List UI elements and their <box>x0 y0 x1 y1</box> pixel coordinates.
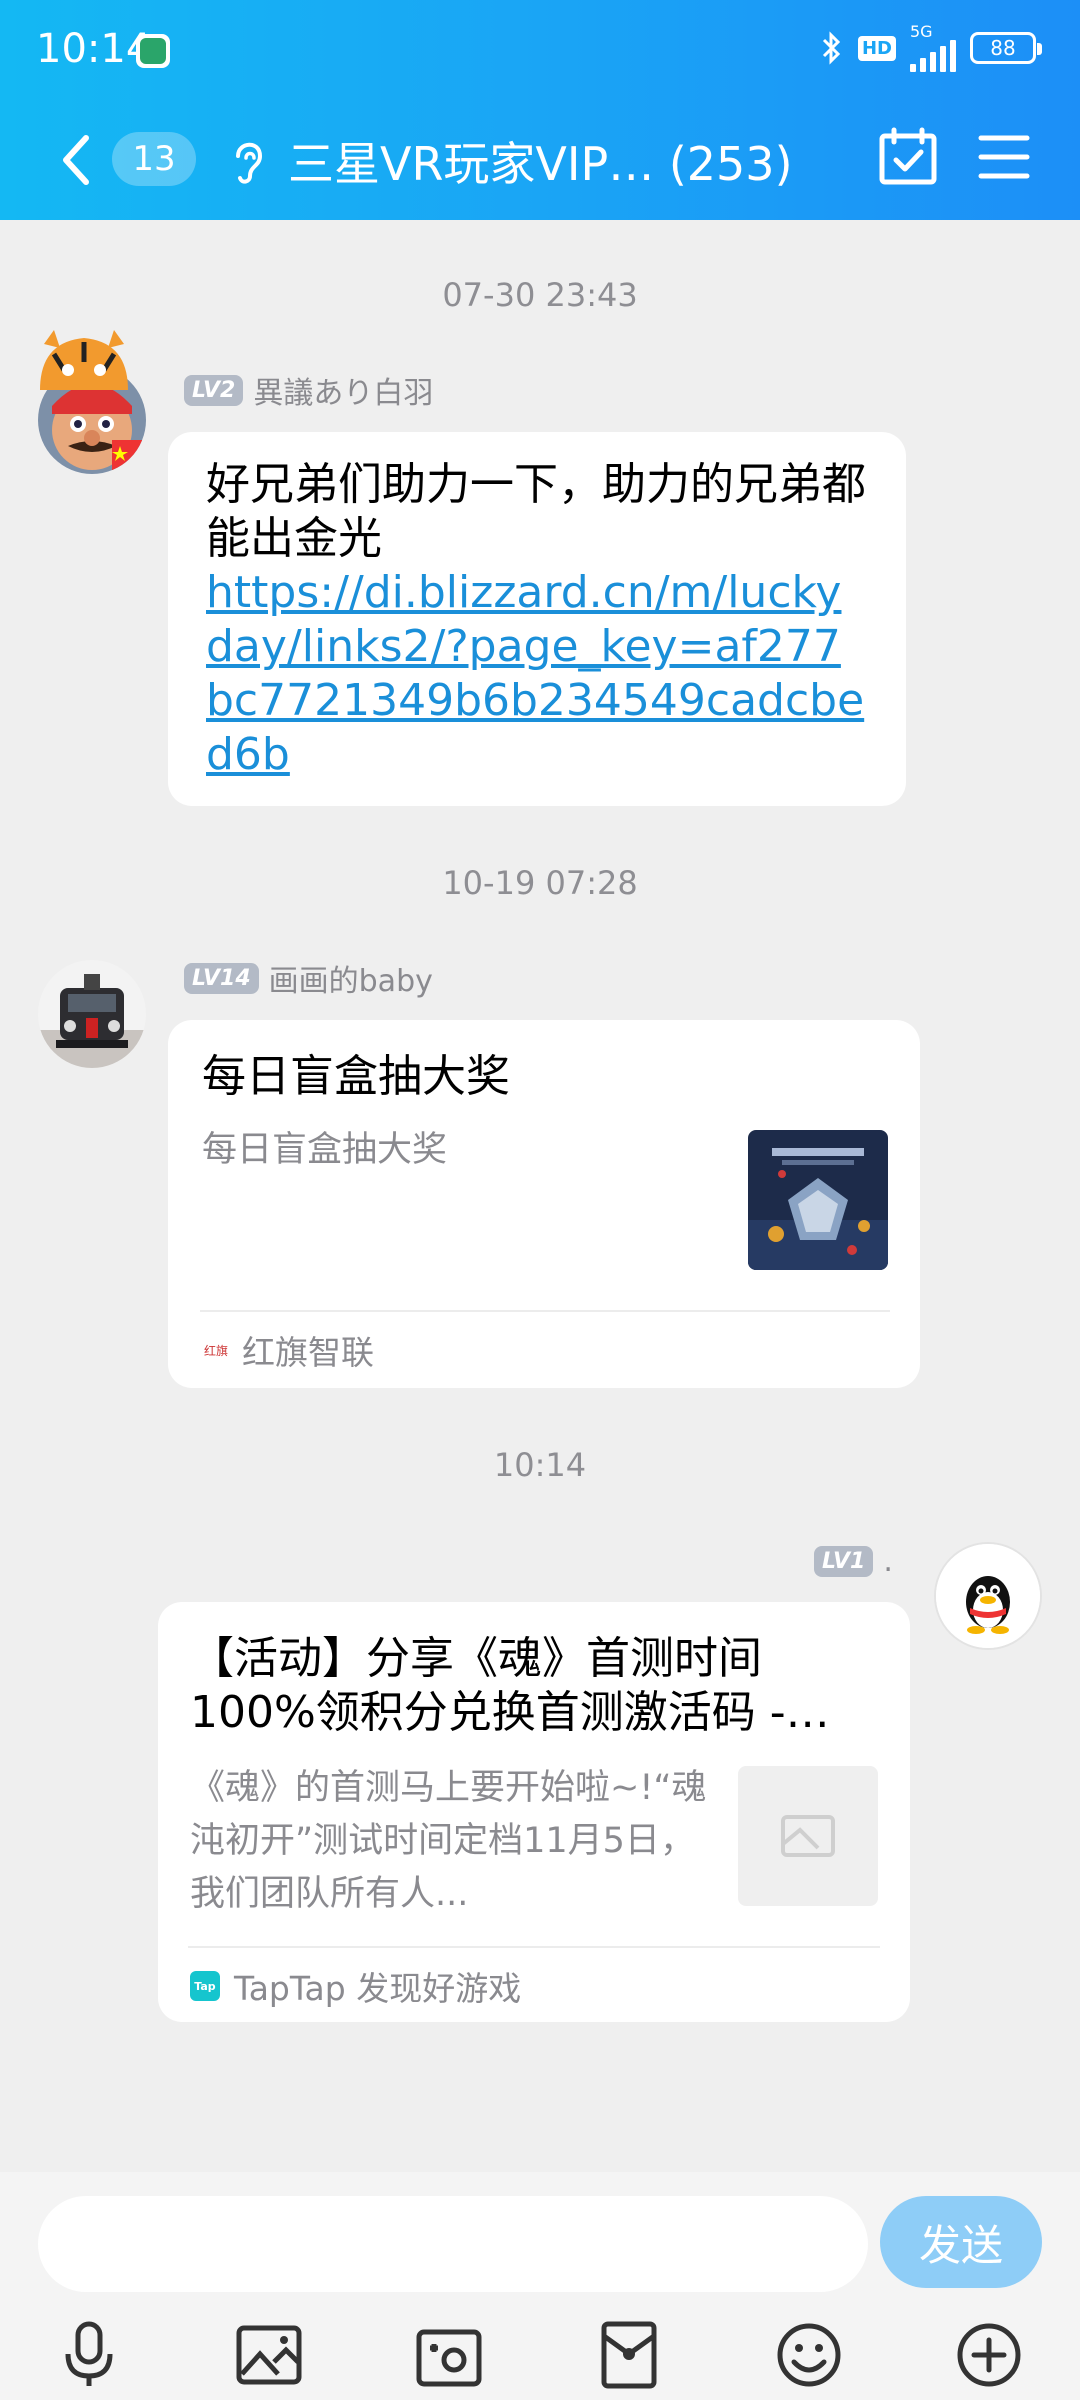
share-card[interactable]: 【活动】分享《魂》首测时间100%领积分兑换首测激活码 -… 《魂》的首测马上要… <box>158 1602 910 2022</box>
red-packet-icon[interactable] <box>594 2320 664 2390</box>
battery-icon: 88 <box>970 32 1042 64</box>
nav-bar: 13 三星VR玩家VIP… (253) <box>0 110 1080 210</box>
ear-icon[interactable] <box>228 130 268 190</box>
microphone-icon[interactable] <box>54 2320 124 2390</box>
message-input[interactable] <box>38 2196 868 2292</box>
image-placeholder-icon <box>781 1815 835 1857</box>
menu-icon[interactable] <box>978 130 1030 184</box>
hd-badge: HD <box>857 35 896 61</box>
bluetooth-icon <box>822 31 841 65</box>
back-icon[interactable] <box>56 132 96 188</box>
card-source: 红旗 红旗智联 <box>202 1326 374 1374</box>
status-icons: HD 5G 88 <box>820 24 1042 72</box>
unread-count-badge[interactable]: 13 <box>112 132 196 186</box>
send-button[interactable]: 发送 <box>880 2196 1042 2288</box>
sender-info: LV2 異議あり白羽 <box>184 368 433 412</box>
battery-level: 88 <box>990 36 1016 60</box>
level-badge: LV1 <box>814 1546 874 1577</box>
message-timestamp: 07-30 23:43 <box>442 276 638 314</box>
input-area: 发送 <box>0 2172 1080 2400</box>
input-toolbar <box>0 2320 1080 2400</box>
avatar[interactable] <box>38 960 146 1068</box>
card-thumbnail-placeholder <box>738 1766 878 1906</box>
avatar[interactable] <box>934 1542 1042 1650</box>
message-link[interactable]: https://di.blizzard.cn/m/luckyday/links2… <box>206 566 868 782</box>
card-divider <box>188 1946 880 1948</box>
app-notification-icon <box>136 34 170 68</box>
card-title: 每日盲盒抽大奖 <box>202 1051 510 1102</box>
taptap-logo-icon: Tap <box>190 1971 220 2001</box>
message-text: 好兄弟们助力一下，助力的兄弟都能出金光 <box>206 459 866 564</box>
card-source-name: TapTap 发现好游戏 <box>234 1969 522 2008</box>
message-timestamp: 10-19 07:28 <box>442 864 638 902</box>
status-time: 10:14 <box>36 26 152 72</box>
sender-name[interactable]: 画画的baby <box>269 956 433 1000</box>
status-bar: 10:14 HD 5G 88 <box>0 0 1080 100</box>
level-badge: LV2 <box>184 374 244 406</box>
plus-icon[interactable] <box>954 2320 1024 2390</box>
camera-icon[interactable] <box>414 2320 484 2390</box>
sender-info: LV1 . <box>814 1544 893 1579</box>
sender-info: LV14 画画的baby <box>184 956 433 1000</box>
chat-header: 10:14 HD 5G 88 13 三星VR玩家VIP… (253) <box>0 0 1080 220</box>
svg-text:红旗: 红旗 <box>204 1343 228 1358</box>
card-source: Tap TapTap 发现好游戏 <box>190 1962 521 2010</box>
card-description: 每日盲盒抽大奖 <box>202 1130 448 1170</box>
sender-name[interactable]: 異議あり白羽 <box>253 368 433 412</box>
card-divider <box>200 1310 890 1312</box>
signal-icon <box>910 40 956 72</box>
card-title: 【活动】分享《魂》首测时间100%领积分兑换首测激活码 -… <box>190 1633 830 1738</box>
cell-signal: 5G <box>910 24 956 72</box>
card-source-name: 红旗智联 <box>242 1333 374 1372</box>
card-thumbnail <box>748 1130 888 1270</box>
share-card[interactable]: 每日盲盒抽大奖 每日盲盒抽大奖 红旗 红旗智联 <box>168 1020 920 1388</box>
level-badge: LV14 <box>184 962 259 994</box>
tiger-hat-icon <box>40 330 128 390</box>
sender-name[interactable]: . <box>883 1544 893 1579</box>
network-type: 5G <box>910 22 933 41</box>
card-description: 《魂》的首测马上要开始啦~!“魂沌初开”测试时间定档11月5日，我们团队所有人.… <box>190 1768 707 1914</box>
calendar-check-icon[interactable] <box>878 126 938 188</box>
image-picker-icon[interactable] <box>234 2320 304 2390</box>
message-bubble[interactable]: 好兄弟们助力一下，助力的兄弟都能出金光 https://di.blizzard.… <box>168 432 906 806</box>
hongqi-logo-icon: 红旗 <box>204 1343 228 1358</box>
message-timestamp: 10:14 <box>493 1446 587 1484</box>
chat-title[interactable]: 三星VR玩家VIP… (253) <box>288 128 793 194</box>
emoji-icon[interactable] <box>774 2320 844 2390</box>
